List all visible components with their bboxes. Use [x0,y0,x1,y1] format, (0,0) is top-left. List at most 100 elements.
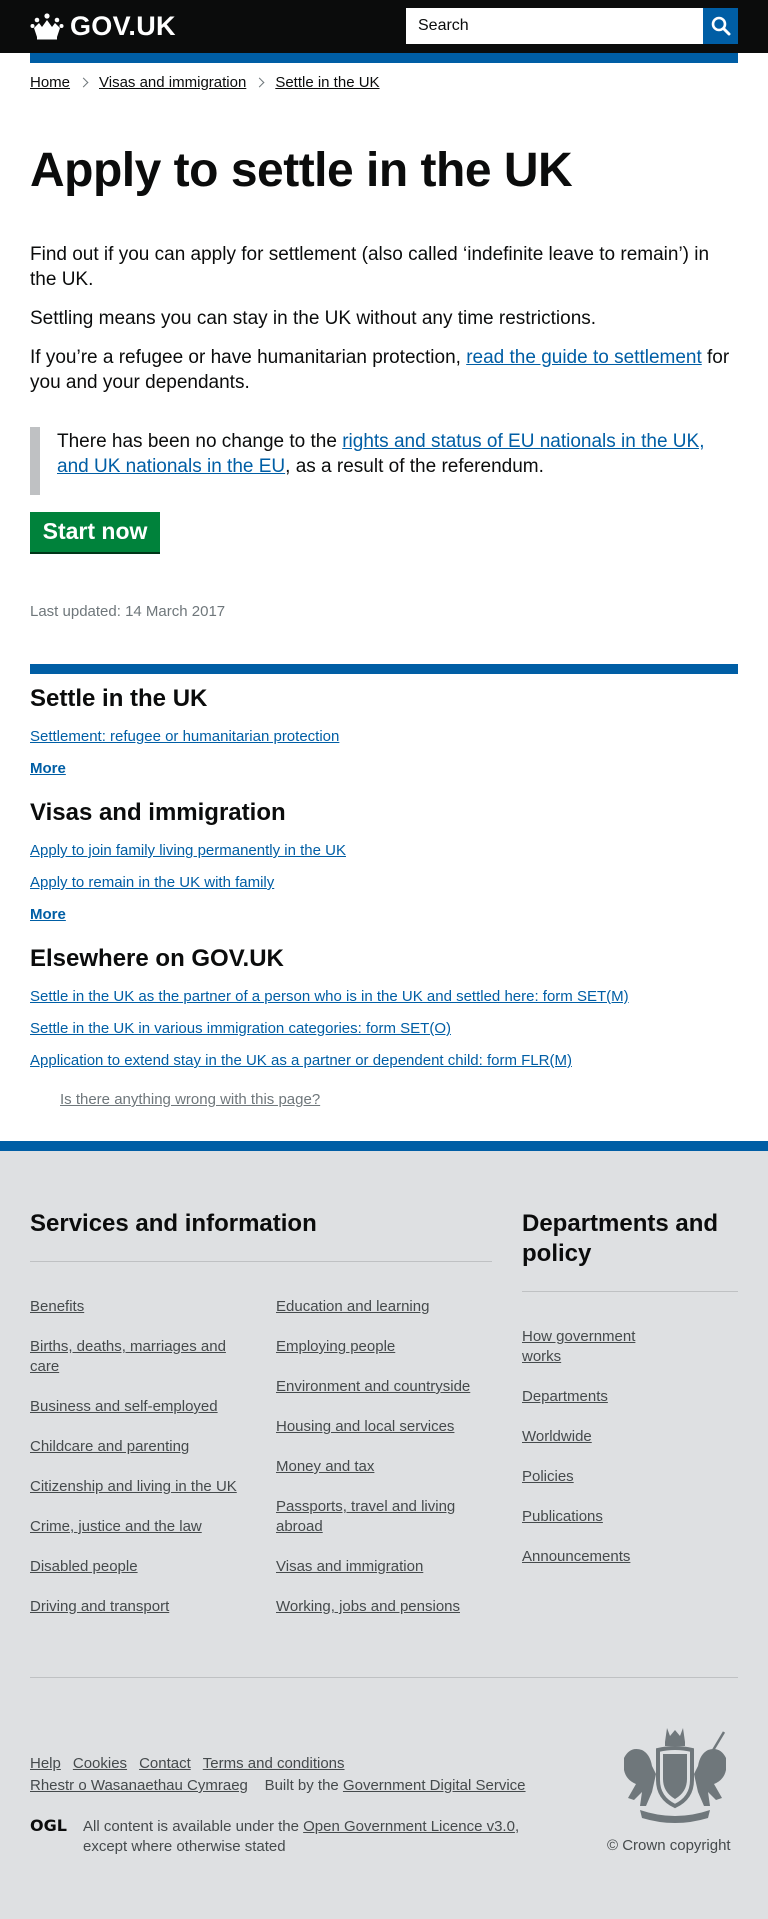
intro3-text: If you’re a refugee or have humanitarian… [30,347,467,368]
footer-link-money[interactable]: Money and tax [276,1458,374,1475]
footer-divider [522,1291,738,1292]
related-link[interactable]: Apply to join family living permanently … [30,841,346,861]
footer-link: Worldwide [522,1427,702,1447]
footer-link: Money and tax [276,1457,496,1477]
licence-text: All content is available under the Open … [83,1817,563,1857]
header-accent-bar [30,53,738,63]
footer-link-policies[interactable]: Policies [522,1468,574,1485]
ogl-logo-icon: OGL [30,1816,67,1834]
royal-coat-of-arms-icon [624,1728,726,1823]
related-link[interactable]: Settlement: refugee or humanitarian prot… [30,727,339,747]
footer-services-heading: Services and information [30,1210,317,1237]
related-heading-visas: Visas and immigration [30,799,286,826]
footer-welsh-link[interactable]: Rhestr o Wasanaethau Cymraeg [30,1777,248,1794]
footer-terms-link[interactable]: Terms and conditions [203,1755,345,1772]
callout-text-before: There has been no change to the [57,431,343,452]
ogl-text: OGL [30,1816,67,1834]
footer-link-passports[interactable]: Passports, travel and living abroad [276,1498,455,1535]
footer-link-births[interactable]: Births, deaths, marriages and care [30,1338,226,1375]
govuk-logo-link[interactable]: GOV.UK [30,11,176,41]
related-link[interactable]: Settle in the UK in various immigration … [30,1019,451,1039]
footer-link-benefits[interactable]: Benefits [30,1298,84,1315]
footer-link-childcare[interactable]: Childcare and parenting [30,1438,189,1455]
breadcrumb: Home Visas and immigration Settle in the… [30,74,380,91]
site-header: GOV.UK Search [0,0,768,53]
footer-gds-link[interactable]: Government Digital Service [343,1777,526,1794]
callout-text-after: , as a result of the referendum. [285,456,544,477]
search-input[interactable]: Search [406,8,703,44]
footer-link-education[interactable]: Education and learning [276,1298,429,1315]
crown-copyright: © Crown copyright [607,1837,731,1854]
footer-link: Visas and immigration [276,1557,496,1577]
footer-link: Publications [522,1507,702,1527]
footer-link: Business and self-employed [30,1397,245,1417]
footer-link: Environment and countryside [276,1377,496,1397]
footer-link: Policies [522,1467,702,1487]
footer-link: Crime, justice and the law [30,1517,270,1537]
footer-link-departments[interactable]: Departments [522,1388,608,1405]
ogl-licence-link[interactable]: Open Government Licence v3.0 [303,1818,515,1835]
related-link[interactable]: Apply to remain in the UK with family [30,873,274,893]
search-button[interactable] [703,8,738,44]
breadcrumb-visas[interactable]: Visas and immigration [99,74,246,91]
footer-link-how-government[interactable]: How government works [522,1328,635,1365]
more-link-visas[interactable]: More [30,905,66,925]
breadcrumb-settle[interactable]: Settle in the UK [275,74,379,91]
report-problem: Is there anything wrong with this page? [60,1091,320,1108]
footer-link-worldwide[interactable]: Worldwide [522,1428,592,1445]
footer-link: Housing and local services [276,1417,496,1437]
footer-link-publications[interactable]: Publications [522,1508,603,1525]
footer-link-announcements[interactable]: Announcements [522,1548,630,1565]
related-heading-settle: Settle in the UK [30,685,208,712]
footer-cookies-link[interactable]: Cookies [73,1755,127,1772]
crown-icon [30,13,64,40]
licence-text-before: All content is available under the [83,1818,304,1835]
footer-meta-links: Help Cookies Contact Terms and conditions [30,1754,357,1774]
footer-divider [30,1261,492,1262]
footer-link: Births, deaths, marriages and care [30,1337,245,1377]
intro-paragraph-1: Find out if you can apply for settlement… [30,244,710,290]
settlement-guide-link[interactable]: read the guide to settlement [466,347,702,368]
footer-link: How government works [522,1327,662,1367]
related-heading-elsewhere: Elsewhere on GOV.UK [30,945,284,972]
footer-link-employing[interactable]: Employing people [276,1338,395,1355]
intro-paragraph-2: Settling means you can stay in the UK wi… [30,308,597,329]
footer-link: Departments [522,1387,702,1407]
footer-divider [30,1677,738,1678]
eu-callout: There has been no change to the rights a… [30,427,738,495]
footer-link: Education and learning [276,1297,496,1317]
footer-contact-link[interactable]: Contact [139,1755,191,1772]
footer-link-disabled[interactable]: Disabled people [30,1558,138,1575]
footer-link-housing[interactable]: Housing and local services [276,1418,454,1435]
related-accent-bar [30,664,738,674]
footer-link-environment[interactable]: Environment and countryside [276,1378,470,1395]
footer-link: Disabled people [30,1557,245,1577]
footer-link: Benefits [30,1297,245,1317]
footer-link-business[interactable]: Business and self-employed [30,1398,218,1415]
footer-link-crime[interactable]: Crime, justice and the law [30,1518,202,1535]
report-problem-link[interactable]: Is there anything wrong with this page? [60,1091,320,1108]
footer-link: Passports, travel and living abroad [276,1497,476,1537]
page-title: Apply to settle in the UK [30,144,573,197]
footer-link: Announcements [522,1547,702,1567]
footer-link-driving[interactable]: Driving and transport [30,1598,169,1615]
chevron-right-icon [254,77,265,88]
more-link-settle[interactable]: More [30,759,66,779]
related-link[interactable]: Application to extend stay in the UK as … [30,1051,572,1071]
footer-link: Working, jobs and pensions [276,1597,496,1617]
breadcrumb-home[interactable]: Home [30,74,70,91]
intro-paragraph-3: If you’re a refugee or have humanitarian… [30,345,738,395]
footer-link-visas[interactable]: Visas and immigration [276,1558,423,1575]
chevron-right-icon [78,77,89,88]
start-now-button[interactable]: Start now [30,512,160,552]
footer-help-link[interactable]: Help [30,1755,61,1772]
footer-link: Driving and transport [30,1597,245,1617]
callout-text: There has been no change to the rights a… [57,427,738,479]
last-updated: Last updated: 14 March 2017 [30,603,226,620]
footer-link-citizenship[interactable]: Citizenship and living in the UK [30,1478,237,1495]
logo-text: GOV.UK [70,10,176,41]
footer-link: Citizenship and living in the UK [30,1477,270,1497]
related-link[interactable]: Settle in the UK as the partner of a per… [30,987,629,1007]
footer-link-working[interactable]: Working, jobs and pensions [276,1598,460,1615]
footer-departments-heading: Departments and policy [522,1210,719,1267]
